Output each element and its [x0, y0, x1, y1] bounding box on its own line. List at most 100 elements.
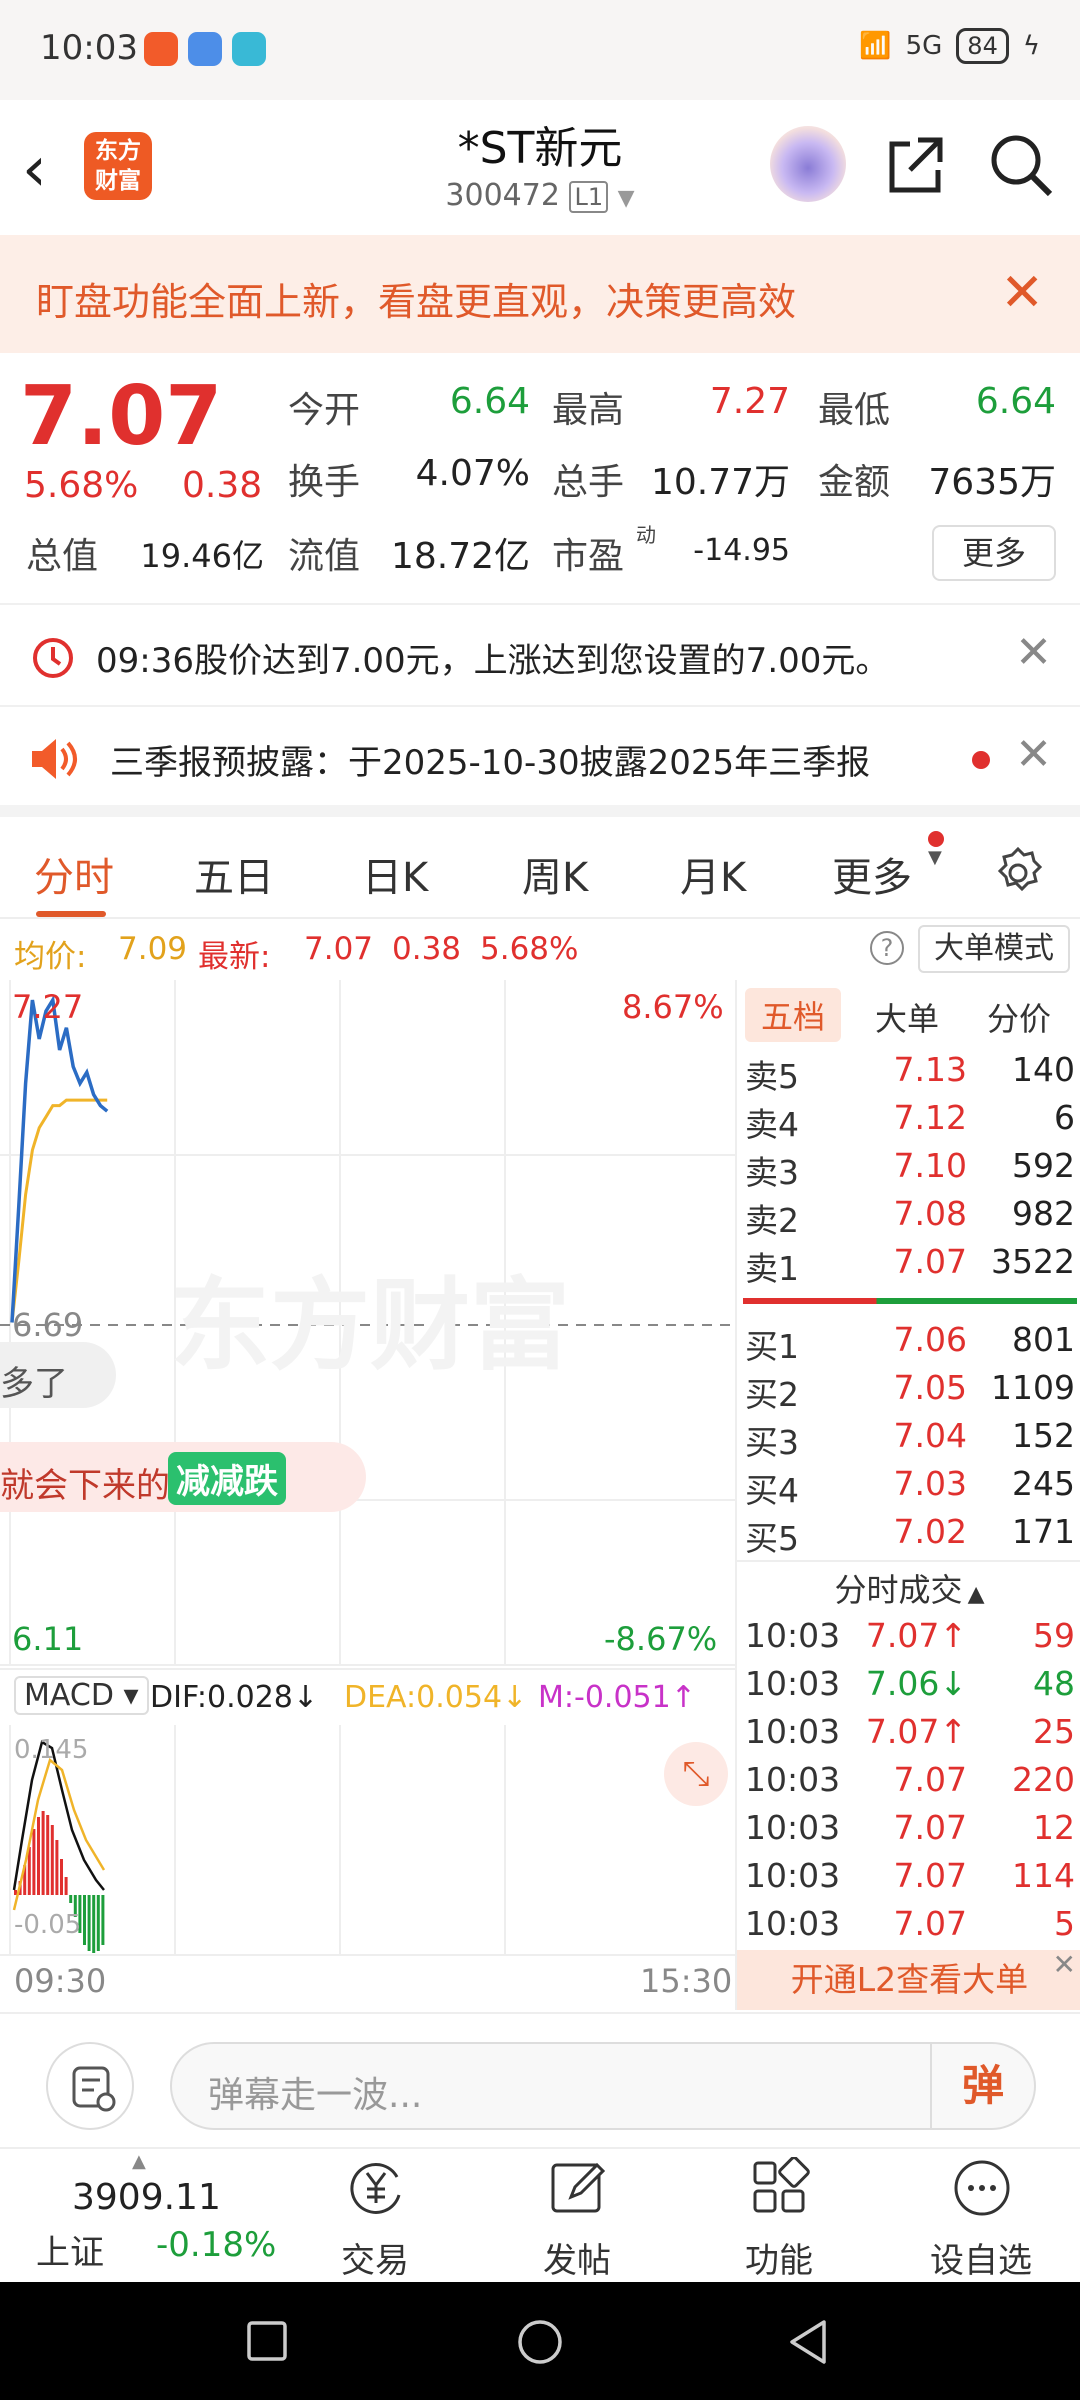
- more-quote-button[interactable]: 更多: [932, 525, 1056, 581]
- change-amount: 0.38: [182, 465, 263, 506]
- trades-header[interactable]: 分时成交 ▲: [737, 1560, 1080, 1616]
- y-mid-label: 6.69: [12, 1306, 84, 1344]
- danmu-settings-icon[interactable]: [46, 2042, 134, 2130]
- float-cap-value: 18.72亿: [390, 536, 530, 577]
- amount-value: 7635万: [928, 462, 1056, 503]
- watermark: 东方财富: [170, 1270, 570, 1382]
- yen-circle-icon: [350, 2163, 401, 2214]
- trade-price: 7.06↓: [865, 1664, 967, 1703]
- recent-apps-icon[interactable]: [246, 2320, 288, 2362]
- unread-dot: [972, 751, 990, 769]
- bid-row: 买3 7.04 152: [745, 1416, 1075, 1462]
- close-icon[interactable]: ✕: [1015, 729, 1052, 780]
- tab-price-distribution[interactable]: 分价: [987, 994, 1051, 1040]
- charging-icon: ϟ: [1022, 31, 1040, 61]
- danmu-emoji-tag: 减减跌: [168, 1452, 286, 1505]
- danmu-placeholder: 弹幕走一波...: [208, 2075, 423, 2116]
- tab-five-levels[interactable]: 五档: [745, 988, 842, 1042]
- level-badge: L1: [569, 181, 609, 213]
- macd-bar: [46, 1815, 50, 1895]
- macd-bar: [101, 1895, 105, 1945]
- nav-functions[interactable]: 功能: [704, 2149, 854, 2284]
- tab-more[interactable]: 更多: [832, 845, 912, 903]
- trade-time: 10:03: [745, 1808, 841, 1847]
- promo-banner[interactable]: 盯盘功能全面上新，看盘更直观，决策更高效 ✕: [0, 235, 1080, 353]
- tab-big-orders[interactable]: 大单: [875, 994, 939, 1040]
- change-percent: 5.68%: [24, 465, 139, 506]
- danmu-bubble[interactable]: 多了: [0, 1342, 116, 1408]
- trade-row: 10:03 7.07↑ 25: [737, 1712, 1080, 1760]
- nav-trade[interactable]: 交易: [300, 2149, 450, 2284]
- trade-time: 10:03: [745, 1904, 841, 1943]
- report-notice[interactable]: 三季报预披露：于2025-10-30披露2025年三季报 ✕: [0, 705, 1080, 805]
- trade-time: 10:03: [745, 1616, 841, 1655]
- open-label: 今开: [288, 390, 361, 431]
- volume-label: 总手: [552, 462, 625, 503]
- home-icon[interactable]: [516, 2318, 564, 2366]
- danmu-send-button[interactable]: 弹: [930, 2044, 1034, 2128]
- banner-text: 盯盘功能全面上新，看盘更直观，决策更高效: [36, 280, 797, 324]
- trade-row: 10:03 7.07↑ 59: [737, 1616, 1080, 1664]
- signal-icon: 📶: [859, 31, 892, 61]
- nav-post[interactable]: 发帖: [502, 2149, 652, 2284]
- new-dot: [928, 831, 944, 847]
- trade-price: 7.07: [893, 1808, 967, 1847]
- macd-bar: [87, 1895, 91, 1951]
- speaker-icon: [32, 739, 77, 779]
- x-end-label: 15:30: [640, 1962, 733, 2000]
- ask-row: 卖5 7.13 140: [745, 1050, 1075, 1096]
- big-order-mode-button[interactable]: 大单模式: [918, 925, 1070, 973]
- chevron-up-icon: ▲: [967, 1582, 985, 1607]
- trades-title: 分时成交: [834, 1571, 963, 1609]
- trade-price: 7.07: [893, 1856, 967, 1895]
- indicator-select[interactable]: MACD ▾: [14, 1676, 149, 1715]
- tab-daily-k[interactable]: 日K: [362, 845, 428, 903]
- close-icon[interactable]: ✕: [1000, 263, 1044, 323]
- trade-price: 7.07↑: [865, 1616, 967, 1655]
- turnover-value: 4.07%: [415, 453, 530, 494]
- pe-type: 动: [636, 523, 656, 547]
- assistant-robot-icon[interactable]: [770, 126, 846, 202]
- ask-row: 卖2 7.08 982: [745, 1194, 1075, 1240]
- macd-header: MACD ▾ DIF:0.028↓ DEA:0.054↓ M:-0.051↑: [0, 1668, 735, 1724]
- upgrade-l2-button[interactable]: 开通L2查看大单: [737, 1950, 1080, 2010]
- nav-add-watchlist[interactable]: 设自选: [906, 2149, 1056, 2284]
- search-icon[interactable]: [986, 130, 1056, 200]
- dea-value: DEA:0.054↓: [344, 1680, 528, 1715]
- back-nav-icon[interactable]: [786, 2318, 830, 2366]
- danmu-input[interactable]: 弹幕走一波... 弹: [170, 2042, 1036, 2130]
- tab-intraday[interactable]: 分时: [34, 845, 114, 903]
- tab-monthly-k[interactable]: 月K: [680, 845, 746, 903]
- trade-price: 7.07: [893, 1904, 967, 1943]
- trade-volume: 48: [1033, 1664, 1075, 1703]
- danmu-bubble[interactable]: 就会下来的 减减跌: [0, 1442, 366, 1512]
- macd-max-label: 0.145: [14, 1735, 89, 1765]
- close-icon[interactable]: ✕: [1015, 627, 1052, 678]
- buy-sell-ratio-bar: [743, 1298, 1077, 1304]
- macd-bar: [55, 1840, 59, 1895]
- battery-icon: 84: [956, 28, 1009, 64]
- macd-bar: [37, 1817, 40, 1895]
- tab-weekly-k[interactable]: 周K: [522, 845, 588, 903]
- index-ticker[interactable]: ▲ 3909.11 上证 -0.18%: [36, 2149, 296, 2284]
- intraday-chart[interactable]: 东方财富 7.27 8.67% 6.69 6.11 -8.67% 多了 就会下来…: [0, 980, 735, 2010]
- expand-icon[interactable]: ⤡: [664, 1742, 728, 1806]
- danmu-text: 多了: [0, 1364, 68, 1404]
- close-icon[interactable]: ✕: [1053, 1948, 1076, 1981]
- price-alert[interactable]: 09:36股价达到7.00元，上涨达到您设置的7.00元。 ✕: [0, 603, 1080, 703]
- trade-row: 10:03 7.07 114: [737, 1856, 1080, 1904]
- macd-bar: [69, 1895, 73, 1903]
- trade-row: 10:03 7.06↓ 48: [737, 1664, 1080, 1712]
- macd-min-label: -0.05: [14, 1910, 82, 1940]
- help-icon[interactable]: ?: [870, 931, 904, 965]
- high-value: 7.27: [709, 381, 790, 422]
- settings-gear-icon[interactable]: [990, 845, 1046, 901]
- latest-label: 最新:: [198, 939, 271, 975]
- app-header: ‹ 东方 财富 *ST新元 300472 L1 ▼: [0, 100, 1080, 235]
- avg-price-line: [10, 1098, 108, 1323]
- macd-bar: [96, 1895, 100, 1951]
- market-cap-value: 19.46亿: [140, 537, 264, 575]
- tab-five-day[interactable]: 五日: [194, 845, 274, 903]
- alert-text: 09:36股价达到7.00元，上涨达到您设置的7.00元。: [96, 641, 890, 681]
- share-icon[interactable]: [880, 130, 950, 200]
